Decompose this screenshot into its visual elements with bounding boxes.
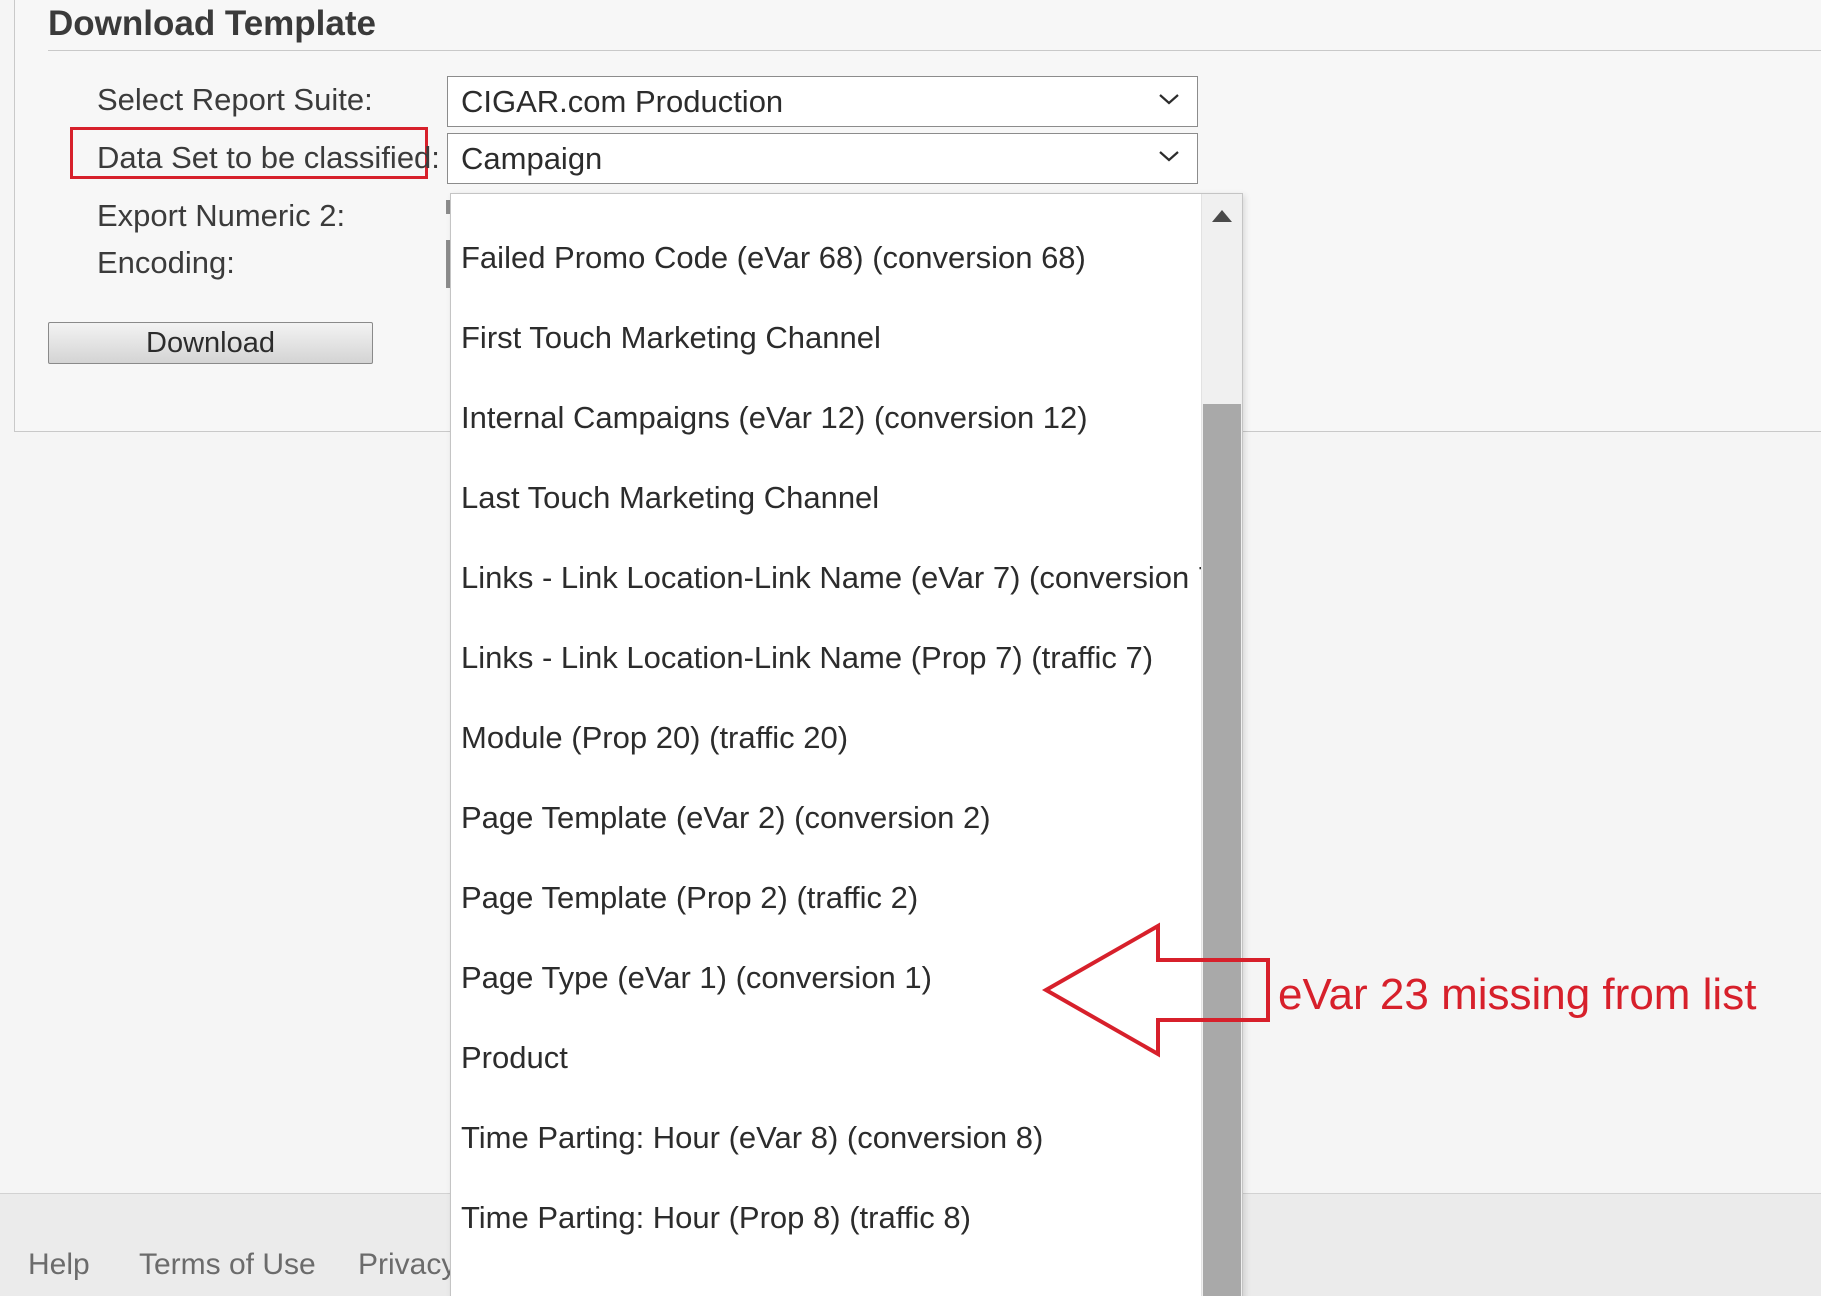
dropdown-option[interactable]: Last Touch Marketing Channel	[461, 458, 1225, 538]
title-divider	[48, 50, 1821, 51]
dropdown-options: Failed Promo Code (eVar 68) (conversion …	[461, 194, 1225, 1296]
dropdown-option[interactable]: Links - Link Location-Link Name (Prop 7)…	[461, 618, 1225, 698]
scroll-up-arrow-icon[interactable]	[1212, 210, 1232, 222]
data-set-select[interactable]: Campaign	[447, 133, 1198, 184]
panel-title: Download Template	[48, 4, 376, 43]
data-set-dropdown-list[interactable]: Failed Promo Code (eVar 68) (conversion …	[450, 193, 1243, 1296]
download-button[interactable]: Download	[48, 322, 373, 364]
report-suite-select[interactable]: CIGAR.com Production	[447, 76, 1198, 127]
dropdown-option[interactable]: Failed Promo Code (eVar 68) (conversion …	[461, 218, 1225, 298]
dropdown-option[interactable]: First Touch Marketing Channel	[461, 298, 1225, 378]
left-arrow-icon	[1041, 922, 1270, 1058]
report-suite-value: CIGAR.com Production	[461, 84, 784, 119]
chevron-down-icon	[1159, 151, 1179, 162]
dropdown-option-partial[interactable]	[461, 1258, 1225, 1296]
dropdown-option-partial[interactable]	[461, 194, 1225, 218]
dropdown-option[interactable]: Module (Prop 20) (traffic 20)	[461, 698, 1225, 778]
annotation-text: eVar 23 missing from list	[1278, 970, 1757, 1019]
dropdown-option[interactable]: Time Parting: Hour (Prop 8) (traffic 8)	[461, 1178, 1225, 1258]
dropdown-scrollbar[interactable]	[1201, 194, 1242, 1296]
dropdown-option[interactable]: Time Parting: Hour (eVar 8) (conversion …	[461, 1098, 1225, 1178]
page: Download Template Select Report Suite: C…	[0, 0, 1821, 1296]
footer-terms-link[interactable]: Terms of Use	[139, 1248, 316, 1282]
data-set-value: Campaign	[461, 141, 603, 176]
export-numeric-label: Export Numeric 2:	[97, 198, 346, 233]
footer-privacy-link[interactable]: Privacy	[358, 1248, 456, 1282]
report-suite-label: Select Report Suite:	[97, 82, 373, 117]
data-set-label: Data Set to be classified:	[97, 140, 440, 175]
chevron-down-icon	[1159, 94, 1179, 105]
dropdown-option[interactable]: Links - Link Location-Link Name (eVar 7)…	[461, 538, 1225, 618]
dropdown-option[interactable]: Internal Campaigns (eVar 12) (conversion…	[461, 378, 1225, 458]
scrollbar-thumb[interactable]	[1203, 404, 1241, 1296]
footer-help-link[interactable]: Help	[28, 1248, 90, 1282]
encoding-label: Encoding:	[97, 245, 235, 280]
dropdown-option[interactable]: Page Template (eVar 2) (conversion 2)	[461, 778, 1225, 858]
